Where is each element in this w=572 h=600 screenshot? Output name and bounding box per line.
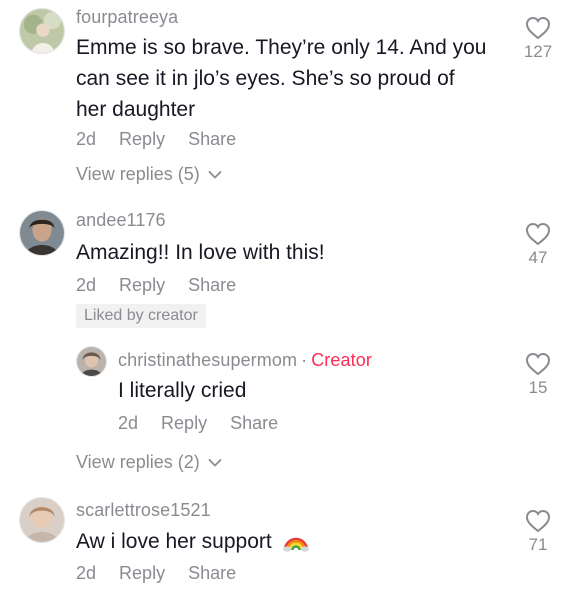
- separator-dot: ·: [301, 350, 308, 370]
- comment-text-content: Aw i love her support: [76, 530, 272, 553]
- share-button[interactable]: Share: [188, 275, 236, 295]
- comment-text: Emme is so brave. They’re only 14. And y…: [76, 32, 486, 125]
- comment-username[interactable]: andee1176: [76, 210, 166, 231]
- share-button[interactable]: Share: [230, 413, 278, 433]
- like-count: 71: [528, 535, 548, 554]
- reply-button[interactable]: Reply: [119, 129, 165, 149]
- like-count: 15: [528, 378, 548, 397]
- like-button[interactable]: 47: [514, 222, 562, 268]
- comment-username[interactable]: fourpatreeya: [76, 7, 178, 28]
- like-count: 47: [528, 248, 548, 267]
- avatar-photo-icon: [20, 498, 64, 542]
- share-button[interactable]: Share: [188, 129, 236, 149]
- creator-badge: Creator: [311, 350, 372, 370]
- reply-username-text[interactable]: christinathesupermom: [118, 350, 297, 370]
- view-replies-label: View replies (5): [76, 164, 200, 184]
- view-replies-button[interactable]: View replies (2): [76, 452, 222, 473]
- avatar[interactable]: [76, 346, 107, 377]
- avatar[interactable]: [19, 497, 65, 543]
- comment-text: Aw i love her support: [76, 526, 310, 557]
- share-button[interactable]: Share: [188, 563, 236, 583]
- heart-outline-icon: [525, 509, 551, 533]
- reply-button[interactable]: Reply: [119, 563, 165, 583]
- chevron-down-icon: [208, 459, 222, 467]
- avatar-photo-icon: [20, 9, 64, 53]
- reply-button[interactable]: Reply: [161, 413, 207, 433]
- comment-text-line: can see it in jlo’s eyes. She’s so proud…: [76, 67, 455, 90]
- comment-age: 2d: [76, 275, 97, 295]
- reply-username: christinathesupermom · Creator: [118, 350, 372, 371]
- comment-age: 2d: [76, 563, 97, 583]
- comment-username[interactable]: scarlettrose1521: [76, 500, 211, 521]
- comment-actions: 2d Reply Share: [76, 275, 254, 296]
- comment-text-line: Emme is so brave. They’re only 14. And y…: [76, 36, 487, 59]
- reply-age: 2d: [118, 413, 139, 433]
- reply-text: I literally cried: [118, 379, 247, 402]
- comment-actions: 2d Reply Share: [76, 129, 254, 150]
- comment-text: Amazing!! In love with this!: [76, 241, 325, 264]
- liked-by-creator-badge: Liked by creator: [76, 304, 206, 328]
- like-button[interactable]: 71: [514, 509, 562, 555]
- heart-outline-icon: [525, 222, 551, 246]
- like-button[interactable]: 127: [514, 16, 562, 62]
- comment-age: 2d: [76, 129, 97, 149]
- avatar-photo-icon: [20, 211, 64, 255]
- heart-outline-icon: [525, 352, 551, 376]
- like-button[interactable]: 15: [514, 352, 562, 398]
- view-replies-button[interactable]: View replies (5): [76, 164, 222, 185]
- rainbow-emoji-icon: [282, 537, 309, 552]
- reply-actions: 2d Reply Share: [118, 413, 296, 434]
- chevron-down-icon: [208, 171, 222, 179]
- comment-text-line: her daughter: [76, 98, 196, 121]
- like-count: 127: [523, 42, 553, 61]
- comment-actions: 2d Reply Share: [76, 563, 254, 584]
- avatar[interactable]: [19, 210, 65, 256]
- view-replies-label: View replies (2): [76, 452, 200, 472]
- heart-outline-icon: [525, 16, 551, 40]
- avatar[interactable]: [19, 8, 65, 54]
- reply-button[interactable]: Reply: [119, 275, 165, 295]
- avatar-photo-icon: [77, 347, 106, 376]
